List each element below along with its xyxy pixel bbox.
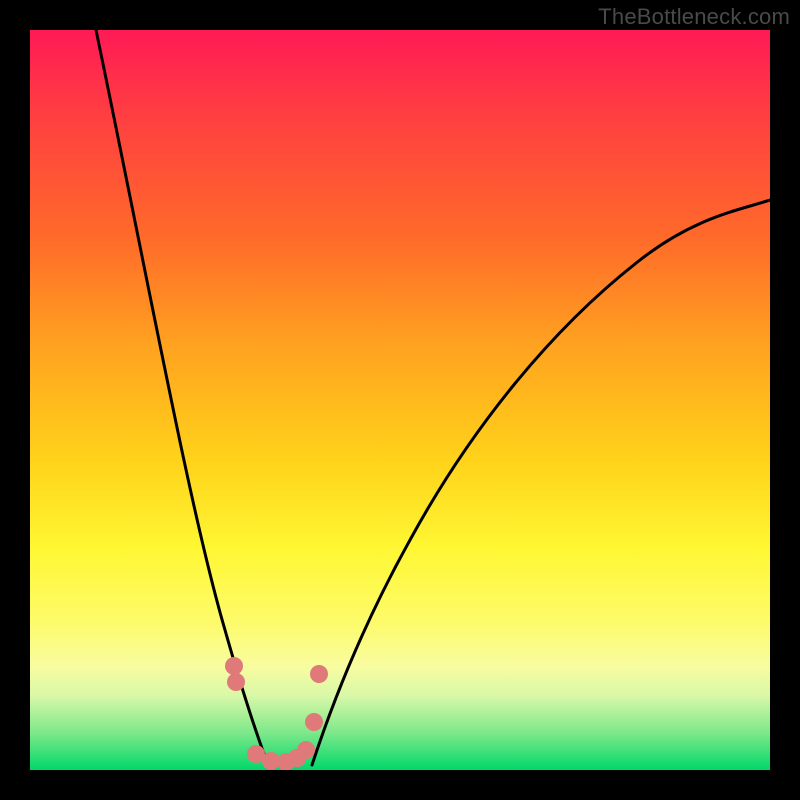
- bottleneck-curves: [30, 30, 770, 770]
- plot-area: [30, 30, 770, 770]
- right-curve: [312, 200, 770, 765]
- marker-dots: [225, 657, 328, 770]
- watermark-text: TheBottleneck.com: [598, 4, 790, 30]
- chart-frame: TheBottleneck.com: [0, 0, 800, 800]
- left-curve: [96, 30, 268, 765]
